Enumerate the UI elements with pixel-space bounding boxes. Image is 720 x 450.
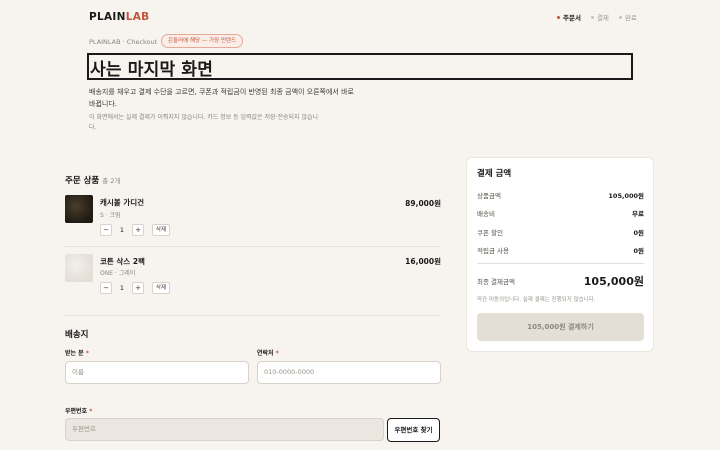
phone-label-text: 연락처 [257, 350, 274, 357]
summary-label: 상품금액 [477, 192, 501, 200]
zip-label-text: 우편번호 [65, 408, 88, 415]
summary-divider [477, 263, 644, 264]
page-description: 배송지를 채우고 결제 수단을 고르면, 쿠폰과 적립금이 반영된 최종 금액이… [89, 88, 354, 108]
decrease-button[interactable]: − [100, 224, 112, 236]
summary-value: 105,000원 [608, 192, 644, 200]
summary-row: 쿠폰 할인 0원 [477, 227, 644, 237]
summary-label: 배송비 [477, 210, 495, 218]
summary-row: 적립금 사용 0원 [477, 245, 644, 255]
summary-value: 0원 [633, 229, 644, 237]
product-option: ONE · 그레이 [100, 270, 136, 277]
phone-input[interactable]: 010-0000-0000 [257, 361, 441, 384]
product-price: 89,000원 [405, 199, 441, 208]
order-section-title: 주문 상품 총 2개 [65, 168, 120, 187]
step-dot-icon [557, 15, 560, 19]
product-price: 16,000원 [405, 257, 441, 266]
page-note: 이 화면에서는 실제 결제가 이뤄지지 않습니다. 카드 정보 등 입력값은 저… [89, 114, 319, 131]
shipping-title: 배송지 [65, 330, 89, 340]
status-badge: 은둘러에 해당 — 가장 먼렌드 [161, 34, 244, 48]
step-dot-icon [618, 15, 622, 19]
summary-helper: 약관 미동의입니다. 실제 결제는 진행되지 않습니다. [477, 297, 596, 303]
product-option: S · 크림 [100, 212, 121, 219]
brand-logo[interactable]: PLAINLAB [89, 11, 149, 23]
increase-button[interactable]: + [132, 282, 144, 294]
phone-label: 연락처 * [257, 348, 279, 357]
order-title: 주문 상품 [65, 176, 100, 186]
step-dot-icon [590, 15, 594, 19]
summary-row: 배송비 무료 [477, 208, 644, 218]
step-label: 주문서 [563, 14, 581, 22]
product-thumbnail[interactable] [65, 254, 93, 282]
product-thumbnail[interactable] [65, 195, 93, 223]
zip-label: 우편번호 * [65, 406, 92, 415]
step-complete: 완료 [618, 12, 637, 22]
logo-main: PLAIN [89, 11, 126, 23]
step-payment: 결제 [590, 12, 609, 22]
required-mark: * [89, 408, 93, 415]
required-mark: * [85, 350, 89, 357]
step-label: 결제 [596, 14, 609, 22]
product-name: 캐시볼 가디건 [100, 198, 145, 207]
section-divider [65, 315, 440, 316]
zip-input[interactable]: 우편번호 [65, 418, 384, 441]
delete-button[interactable]: 삭제 [152, 282, 171, 294]
summary-label: 쿠폰 할인 [477, 229, 503, 237]
required-mark: * [275, 350, 279, 357]
quantity-stepper: − 1 + 삭제 [100, 224, 171, 236]
summary-row: 상품금액 105,000원 [477, 190, 644, 200]
summary-title: 결제 금액 [477, 169, 512, 179]
summary-label: 적립금 사용 [477, 247, 509, 255]
decrease-button[interactable]: − [100, 282, 112, 294]
order-count: 총 2개 [102, 177, 121, 185]
quantity-value: 1 [119, 284, 125, 292]
checkout-steps: 주문서 결제 완료 [557, 12, 637, 22]
recipient-label-text: 받는 분 [65, 350, 84, 357]
total-label: 최종 결제금액 [477, 278, 515, 286]
find-zip-button[interactable]: 우편번호 찾기 [387, 418, 440, 442]
recipient-label: 받는 분 * [65, 348, 89, 357]
recipient-input[interactable]: 이름 [65, 361, 249, 384]
delete-button[interactable]: 삭제 [152, 224, 171, 236]
quantity-stepper: − 1 + 삭제 [100, 282, 171, 294]
step-label: 완료 [624, 14, 637, 22]
total-row: 최종 결제금액 105,000원 [477, 273, 644, 289]
increase-button[interactable]: + [132, 224, 144, 236]
product-name: 코튼 삭스 2팩 [100, 257, 145, 266]
quantity-value: 1 [119, 226, 125, 234]
breadcrumb: PLAINLAB · Checkout [89, 38, 158, 46]
page-title: 사는 마지막 화면 [90, 60, 214, 80]
item-divider [65, 246, 440, 247]
total-value: 105,000원 [583, 275, 644, 288]
step-order: 주문서 [557, 12, 581, 22]
pay-button[interactable]: 105,000원 결제하기 [477, 313, 644, 341]
summary-value: 무료 [632, 210, 644, 218]
summary-value: 0원 [633, 247, 644, 255]
logo-accent: LAB [125, 11, 150, 23]
